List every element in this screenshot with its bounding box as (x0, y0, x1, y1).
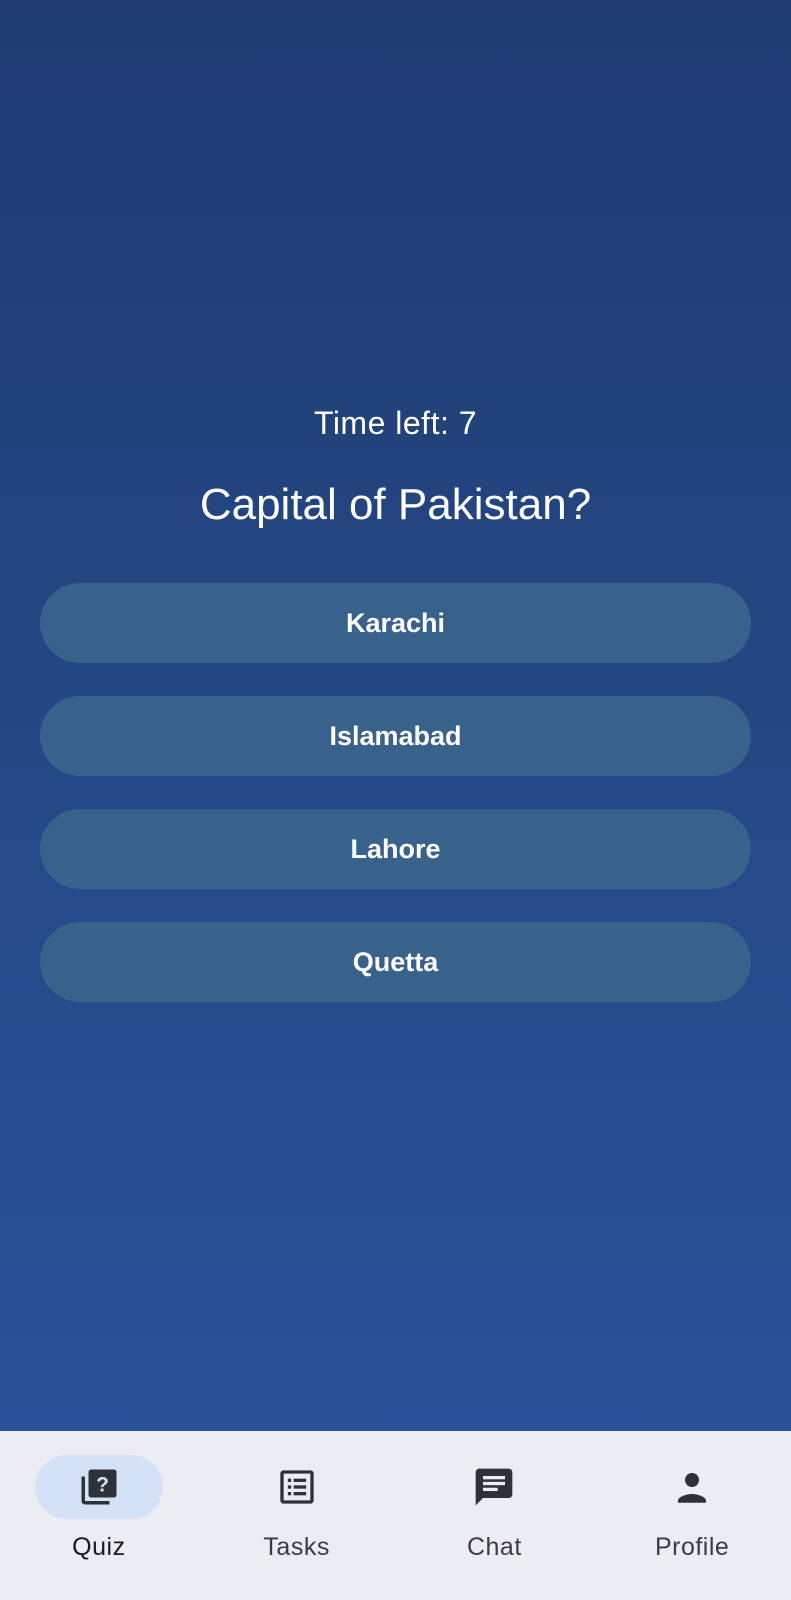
nav-active-indicator: ? (34, 1455, 163, 1519)
nav-label-profile: Profile (654, 1533, 730, 1561)
nav-item-profile[interactable]: Profile (593, 1431, 791, 1600)
quiz-screen: Time left: 7 Capital of Pakistan? Karach… (0, 0, 791, 1600)
quiz-icon: ? (78, 1466, 120, 1508)
nav-label-chat: Chat (466, 1533, 522, 1561)
answer-option-quetta[interactable]: Quetta (40, 922, 751, 1002)
timer-text: Time left: 7 (313, 405, 478, 441)
nav-item-quiz[interactable]: ? Quiz (0, 1431, 198, 1600)
bottom-navigation: ? Quiz Tasks Chat Profile (0, 1431, 791, 1600)
answer-options: Karachi Islamabad Lahore Quetta (40, 583, 751, 1035)
quiz-content: Time left: 7 Capital of Pakistan? Karach… (0, 0, 791, 1431)
answer-option-karachi[interactable]: Karachi (40, 583, 751, 663)
answer-option-lahore[interactable]: Lahore (40, 809, 751, 889)
nav-item-tasks[interactable]: Tasks (198, 1431, 396, 1600)
question-text: Capital of Pakistan? (199, 480, 592, 529)
nav-label-quiz: Quiz (72, 1533, 126, 1561)
chat-icon (472, 1465, 516, 1509)
answer-option-islamabad[interactable]: Islamabad (40, 696, 751, 776)
svg-text:?: ? (96, 1473, 109, 1496)
nav-label-tasks: Tasks (263, 1533, 330, 1561)
person-icon (671, 1466, 713, 1508)
nav-item-chat[interactable]: Chat (396, 1431, 594, 1600)
list-icon (277, 1467, 317, 1507)
